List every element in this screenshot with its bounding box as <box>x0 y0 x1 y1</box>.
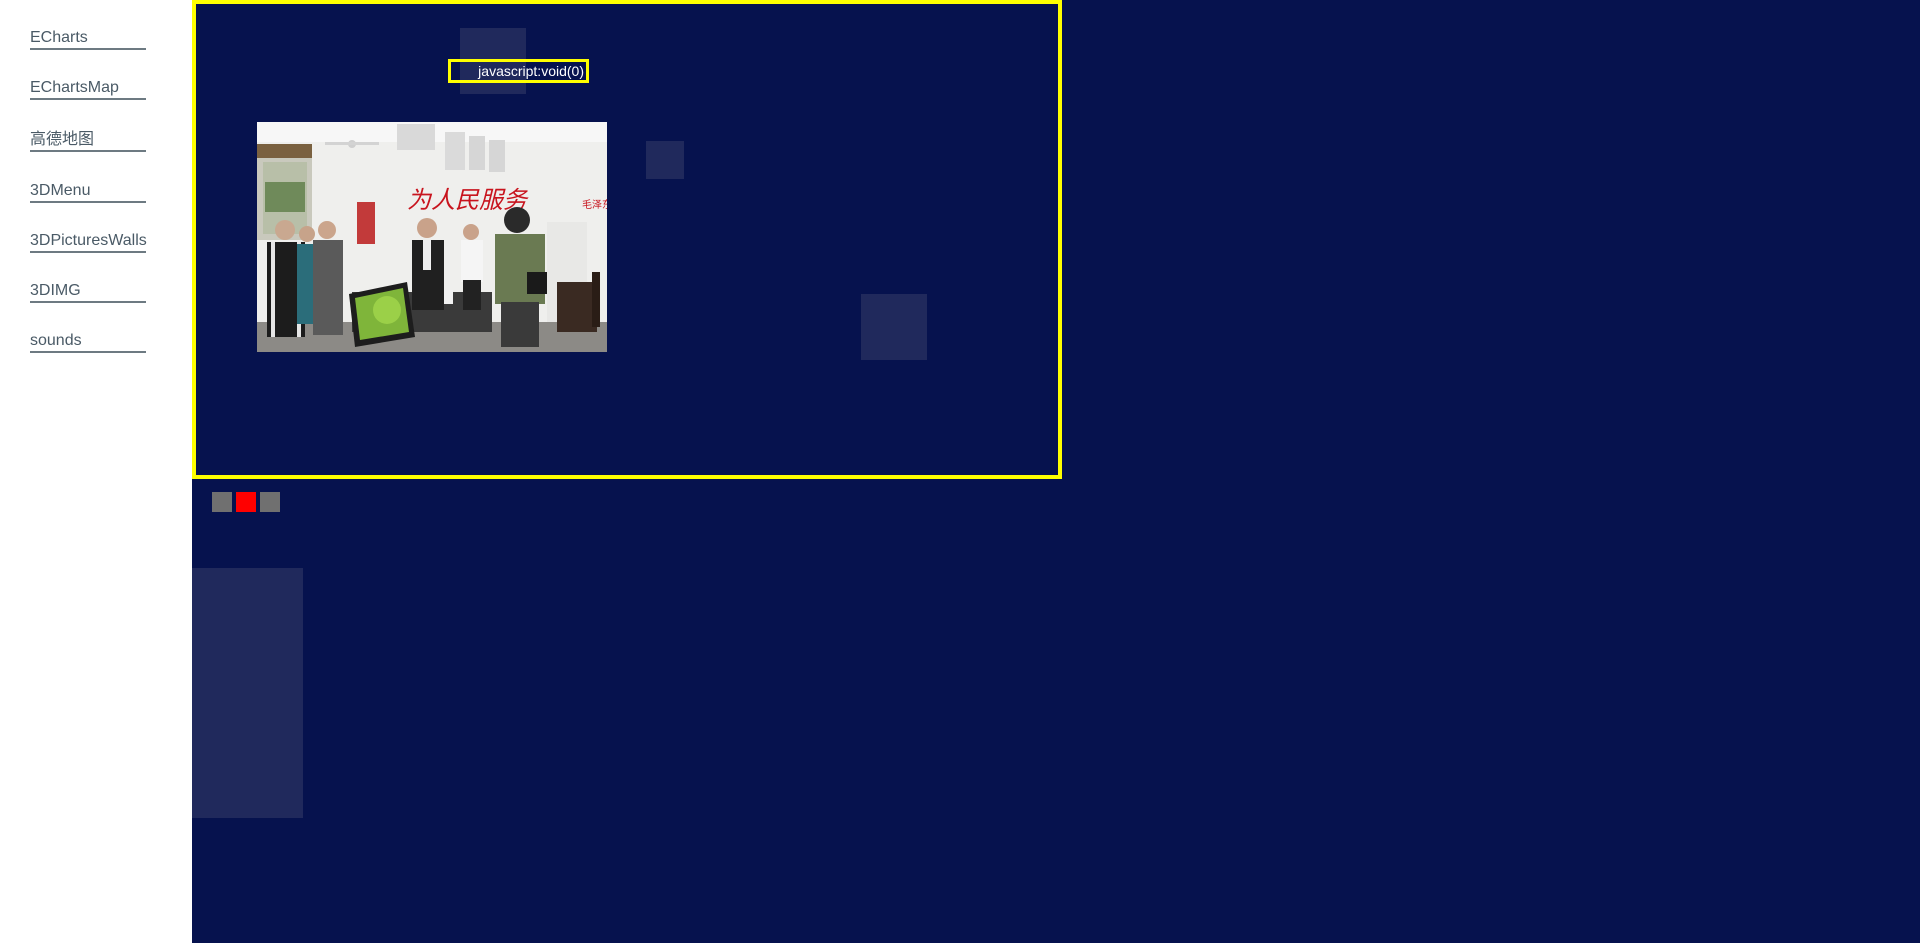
nav-link-sounds[interactable]: sounds <box>30 332 146 353</box>
nav-link-echartsmap[interactable]: EChartsMap <box>30 79 146 100</box>
carousel-indicator-3[interactable] <box>260 492 280 512</box>
nav-link-3dmenu[interactable]: 3DMenu <box>30 182 146 203</box>
nav-link-3dpictureswalls[interactable]: 3DPicturesWalls <box>30 232 147 253</box>
office-meeting-photo: 为人民服务 毛泽东 <box>257 122 607 352</box>
photo-signature: 毛泽东 <box>582 198 607 211</box>
decorative-square <box>192 568 303 818</box>
nav-link-3dimg[interactable]: 3DIMG <box>30 282 146 303</box>
nav-link-amap[interactable]: 高德地图 <box>30 131 146 152</box>
nav-link-echarts[interactable]: ECharts <box>30 29 146 50</box>
carousel-indicator-2-active[interactable] <box>236 492 256 512</box>
carousel-link[interactable]: javascript:void(0) <box>448 59 589 83</box>
decorative-square <box>646 141 684 179</box>
carousel-frame: javascript:void(0) 为人民服务 毛泽 <box>192 0 1062 479</box>
sidebar-nav: ECharts EChartsMap 高德地图 3DMenu 3DPicture… <box>0 0 192 943</box>
carousel-indicator-1[interactable] <box>212 492 232 512</box>
decorative-square <box>861 294 927 360</box>
main-canvas: javascript:void(0) 为人民服务 毛泽 <box>192 0 1920 943</box>
carousel-photo[interactable]: 为人民服务 毛泽东 <box>257 122 607 352</box>
